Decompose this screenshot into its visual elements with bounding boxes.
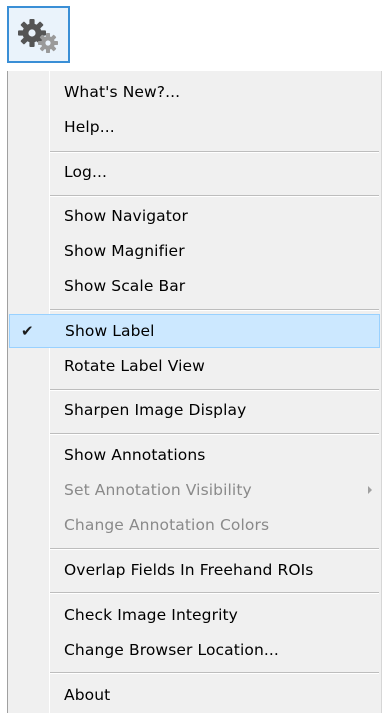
menu-item-label: Sharpen Image Display [64,401,247,419]
menu-item-about[interactable]: About [9,678,380,712]
menu-item-sharpen-image-display[interactable]: Sharpen Image Display [9,393,380,427]
submenu-arrow-icon [368,486,372,494]
menu-separator [50,592,379,594]
menu-item-show-label[interactable]: ✔ Show Label [9,314,380,348]
settings-dropdown-menu: What's New?... Help... Log... Show Navig… [7,71,382,713]
menu-item-rotate-label-view[interactable]: Rotate Label View [9,349,380,383]
menu-item-label: Change Browser Location... [64,641,279,659]
menu-separator [50,309,379,311]
menu-item-check-image-integrity[interactable]: Check Image Integrity [9,598,380,632]
menu-separator [50,548,379,550]
menu-separator [50,151,379,153]
app-stage: What's New?... Help... Log... Show Navig… [0,0,383,713]
menu-item-log[interactable]: Log... [9,155,380,189]
menu-item-label: Check Image Integrity [64,606,238,624]
menu-item-label: Show Navigator [64,207,188,225]
menu-item-show-navigator[interactable]: Show Navigator [9,199,380,233]
menu-item-show-scale-bar[interactable]: Show Scale Bar [9,269,380,303]
menu-item-label: Show Scale Bar [64,277,186,295]
menu-separator [50,195,379,197]
menu-item-change-annotation-colors[interactable]: Change Annotation Colors [9,508,380,542]
menu-item-help[interactable]: Help... [9,110,380,144]
checkmark-icon: ✔ [21,322,34,340]
menu-item-label: Rotate Label View [64,357,205,375]
menu-separator [50,433,379,435]
menu-separator [50,672,379,674]
menu-item-label: Show Label [65,322,155,340]
menu-item-label: Help... [64,118,115,136]
menu-item-label: Log... [64,163,108,181]
settings-gear-button[interactable] [7,6,70,63]
menu-item-label: What's New?... [64,83,181,101]
menu-item-change-browser-location[interactable]: Change Browser Location... [9,633,380,667]
menu-item-label: About [64,686,111,704]
menu-item-label: Show Magnifier [64,242,185,260]
menu-item-label: Set Annotation Visibility [64,481,252,499]
gears-icon [17,18,58,53]
menu-item-label: Overlap Fields In Freehand ROIs [64,561,314,579]
menu-item-label: Show Annotations [64,446,206,464]
menu-item-label: Change Annotation Colors [64,516,270,534]
menu-item-show-magnifier[interactable]: Show Magnifier [9,234,380,268]
menu-item-show-annotations[interactable]: Show Annotations [9,438,380,472]
menu-item-whats-new[interactable]: What's New?... [9,75,380,109]
menu-item-overlap-fields-freehand-rois[interactable]: Overlap Fields In Freehand ROIs [9,553,380,587]
menu-item-set-annotation-visibility[interactable]: Set Annotation Visibility [9,473,380,507]
menu-separator [50,389,379,391]
